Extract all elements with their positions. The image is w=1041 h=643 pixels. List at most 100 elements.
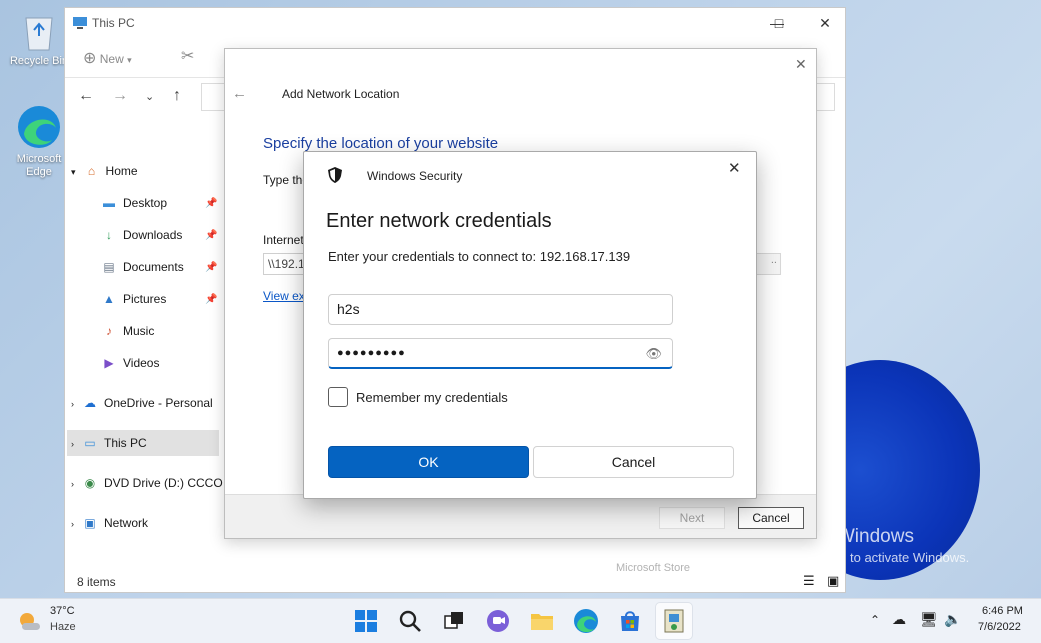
explorer-title: This PC xyxy=(92,16,135,30)
pin-icon: 📌 xyxy=(205,230,218,241)
close-button[interactable]: ✕ xyxy=(803,12,847,34)
wizard-next-button[interactable]: Next xyxy=(659,507,725,529)
new-label: New xyxy=(99,52,124,66)
network-tray-icon[interactable]: 🖥 xyxy=(920,611,938,628)
nav-pictures[interactable]: ▲ Pictures xyxy=(101,286,221,312)
nav-this-pc[interactable]: › ▭ This PC xyxy=(67,430,219,456)
nav-desktop[interactable]: ▬ Desktop xyxy=(101,190,221,216)
edge-taskbar-icon[interactable] xyxy=(572,607,600,635)
nav-dvd-label: DVD Drive (D:) CCCO xyxy=(104,476,223,490)
cancel-label: Cancel xyxy=(611,454,656,470)
maximize-button[interactable]: □ xyxy=(757,12,801,34)
wizard-heading: Specify the location of your website xyxy=(263,135,499,152)
item-count: 8 items xyxy=(77,575,116,589)
nav-home[interactable]: ▾ ⌂ Home xyxy=(71,158,221,184)
cut-icon[interactable]: ✂ xyxy=(181,46,194,66)
nav-documents[interactable]: ▤ Documents xyxy=(101,254,221,280)
recycle-bin-icon xyxy=(25,17,53,51)
wizard-address-value: \\192.1 xyxy=(268,257,305,271)
security-prompt: Enter your credentials to connect to: 19… xyxy=(328,249,631,264)
search-icon[interactable] xyxy=(396,607,424,635)
new-button[interactable]: ⊕ New ▾ xyxy=(83,48,132,68)
security-title: Windows Security xyxy=(367,169,463,183)
wizard-next-label: Next xyxy=(679,511,705,525)
nav-home-label: Home xyxy=(105,164,138,178)
chevron-down-icon: ▾ xyxy=(127,55,132,65)
nav-network-label: Network xyxy=(104,516,149,530)
wizard-cancel-label: Cancel xyxy=(752,511,790,525)
reveal-password-icon[interactable]: 👁 xyxy=(645,339,662,368)
nav-pictures-label: Pictures xyxy=(123,292,167,306)
recent-chevron-icon[interactable]: ⌄ xyxy=(145,90,154,103)
expand-chevron-icon: › xyxy=(71,479,74,489)
network-icon: ▣ xyxy=(84,516,96,530)
clock-date[interactable]: 7/6/2022 xyxy=(978,621,1021,633)
wizard-footer: Next Cancel xyxy=(225,494,816,538)
wizard-cancel-button[interactable]: Cancel xyxy=(738,507,804,529)
wizard-close-icon[interactable]: ✕ xyxy=(795,56,807,73)
volume-icon[interactable]: 🔈 xyxy=(944,611,961,628)
pin-icon: 📌 xyxy=(205,262,218,273)
pin-icon: 📌 xyxy=(205,198,218,209)
plus-icon: ⊕ xyxy=(83,50,97,67)
documents-icon: ▤ xyxy=(103,260,115,274)
store-icon[interactable] xyxy=(616,607,644,635)
remember-label: Remember my credentials xyxy=(356,390,508,405)
nav-onedrive[interactable]: › ☁ OneDrive - Personal xyxy=(71,390,223,416)
explorer-title-bar: This PC — □ ✕ xyxy=(65,8,845,38)
expand-chevron-icon: › xyxy=(71,399,74,409)
remember-checkbox[interactable] xyxy=(328,387,348,407)
this-pc-icon xyxy=(73,17,87,29)
tiles-view-icon[interactable]: ▣ xyxy=(827,573,839,589)
cloud-icon: ☁ xyxy=(84,396,96,410)
wizard-example-link[interactable]: View ex xyxy=(263,289,305,303)
nav-documents-label: Documents xyxy=(123,260,184,274)
nav-this-pc-label: This PC xyxy=(104,436,147,450)
security-heading: Enter network credentials xyxy=(326,210,552,232)
home-icon: ⌂ xyxy=(87,164,96,178)
password-field[interactable]: ●●●●●●●●● 👁 xyxy=(328,338,673,369)
nav-videos-label: Videos xyxy=(123,356,160,370)
ok-label: OK xyxy=(418,454,439,470)
wizard-browse-button[interactable]: .. xyxy=(755,253,781,275)
desktop-icon: ▬ xyxy=(103,196,115,210)
videos-icon: ▶ xyxy=(104,356,114,370)
onedrive-tray-icon[interactable]: ☁ xyxy=(892,611,906,628)
weather-condition: Haze xyxy=(50,621,76,633)
nav-downloads[interactable]: ↓ Downloads xyxy=(101,222,221,248)
details-view-icon[interactable]: ☰ xyxy=(803,573,815,589)
this-pc-icon: ▭ xyxy=(84,436,96,450)
start-icon[interactable] xyxy=(352,607,380,635)
clock-time[interactable]: 6:46 PM xyxy=(982,605,1023,617)
network-wizard-icon[interactable] xyxy=(660,607,688,635)
nav-dvd-drive[interactable]: › ◉ DVD Drive (D:) CCCO xyxy=(71,470,223,496)
weather-temp[interactable]: 37°C xyxy=(50,605,75,617)
nav-music[interactable]: ♪ Music xyxy=(101,318,221,344)
up-arrow-icon[interactable]: ↑ xyxy=(173,87,181,105)
shield-icon xyxy=(328,167,342,183)
chat-icon[interactable] xyxy=(484,607,512,635)
password-value: ●●●●●●●●● xyxy=(337,347,406,359)
edge-label: Microsoft Edge xyxy=(16,153,62,178)
back-arrow-icon[interactable]: ← xyxy=(78,87,94,105)
wizard-back-icon[interactable]: ← xyxy=(232,85,247,102)
ok-button[interactable]: OK xyxy=(328,446,529,478)
expand-chevron-icon: › xyxy=(71,439,74,449)
show-hidden-icons-chevron[interactable]: ⌃ xyxy=(870,613,880,627)
file-explorer-icon[interactable] xyxy=(528,607,556,635)
username-field[interactable]: h2s xyxy=(328,294,673,325)
forward-arrow-icon[interactable]: → xyxy=(112,87,128,105)
security-close-icon[interactable]: ✕ xyxy=(728,159,741,177)
nav-videos[interactable]: ▶ Videos xyxy=(101,350,221,376)
nav-music-label: Music xyxy=(123,324,155,338)
store-tooltip: Microsoft Store xyxy=(602,557,704,579)
nav-desktop-label: Desktop xyxy=(123,196,168,210)
cancel-button[interactable]: Cancel xyxy=(533,446,734,478)
wizard-internet-label: Internet xyxy=(263,233,304,247)
nav-onedrive-label: OneDrive - Personal xyxy=(104,396,213,410)
dvd-drive-icon: ◉ xyxy=(84,476,96,490)
nav-network[interactable]: › ▣ Network xyxy=(71,510,223,536)
task-view-icon[interactable] xyxy=(440,607,468,635)
username-value: h2s xyxy=(337,301,360,317)
taskbar: 37°C Haze ⌃ ☁ 🖥 🔈 6:46 PM 7/6/2022 xyxy=(0,598,1041,643)
